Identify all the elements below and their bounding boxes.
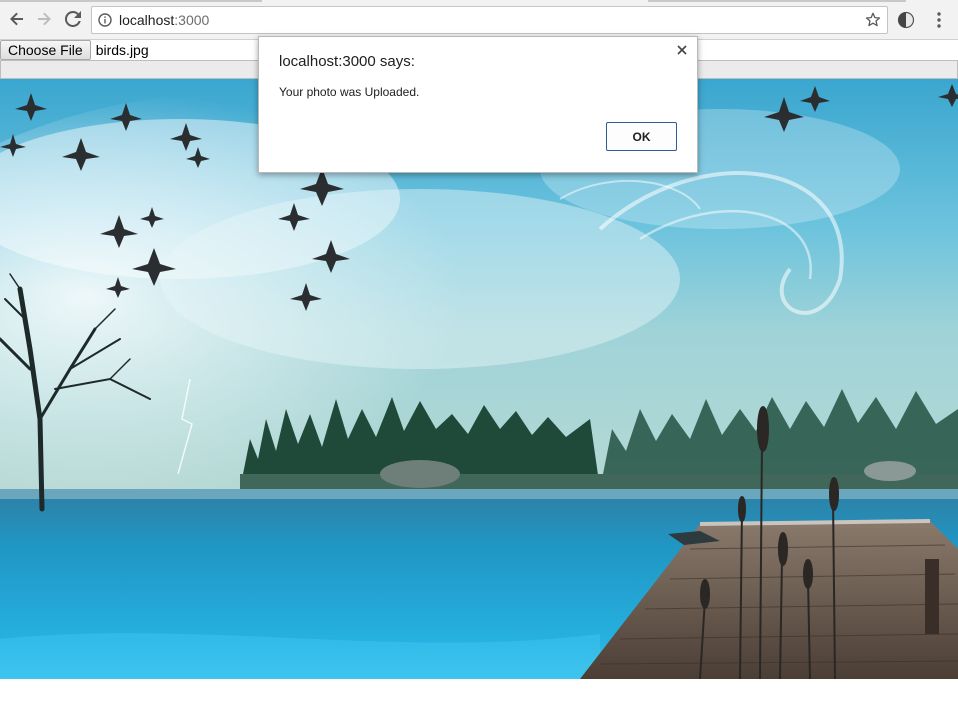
bookmark-star-icon[interactable] bbox=[865, 12, 881, 33]
back-arrow-icon[interactable] bbox=[6, 8, 28, 30]
alert-dialog: localhost:3000 says: Your photo was Uplo… bbox=[258, 36, 698, 173]
choose-file-button[interactable]: Choose File bbox=[0, 40, 91, 60]
browser-toolbar: localhost:3000 bbox=[0, 0, 958, 40]
url-port: :3000 bbox=[174, 12, 210, 28]
url-text: localhost:3000 bbox=[119, 12, 209, 28]
dialog-message: Your photo was Uploaded. bbox=[279, 85, 420, 99]
file-input: Choose File birds.jpg bbox=[0, 40, 149, 60]
selected-file-name: birds.jpg bbox=[95, 42, 149, 58]
info-icon[interactable] bbox=[98, 13, 112, 32]
url-host: localhost bbox=[119, 12, 175, 28]
forward-arrow-icon[interactable] bbox=[33, 8, 55, 30]
kebab-menu-icon[interactable] bbox=[932, 10, 946, 30]
extension-icon[interactable] bbox=[897, 11, 915, 29]
tab-strip-edge bbox=[648, 0, 906, 2]
close-icon[interactable] bbox=[676, 43, 688, 55]
dialog-title: localhost:3000 says: bbox=[279, 53, 415, 70]
reload-icon[interactable] bbox=[62, 8, 84, 30]
address-bar[interactable]: localhost:3000 bbox=[91, 6, 888, 34]
ok-button[interactable]: OK bbox=[606, 122, 677, 151]
tab-strip-edge bbox=[0, 0, 262, 2]
